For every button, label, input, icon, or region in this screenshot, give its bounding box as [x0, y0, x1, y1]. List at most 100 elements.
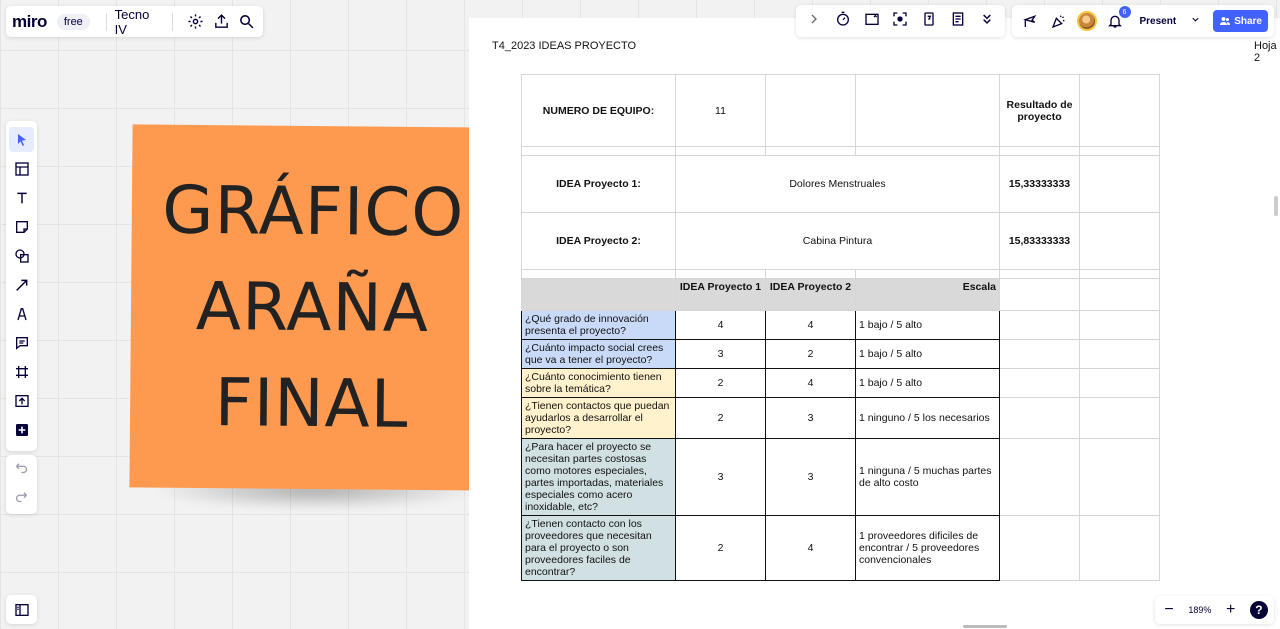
sidebar-panel-icon: [14, 603, 29, 616]
idea-score: 15,33333333: [999, 155, 1080, 213]
notes-document-icon[interactable]: [950, 11, 966, 32]
zoom-in-button[interactable]: +: [1223, 601, 1239, 619]
score-p2: 2: [765, 339, 856, 369]
share-label: Share: [1234, 15, 1262, 27]
attention-focus-icon[interactable]: [892, 11, 908, 32]
board-panel-toggle[interactable]: [6, 595, 37, 624]
creation-toolbar: [6, 121, 37, 451]
estimation-icon[interactable]: [921, 11, 937, 32]
horizontal-scroll-thumb[interactable]: [963, 625, 1007, 628]
voting-card-icon[interactable]: [864, 11, 880, 32]
sticky-note[interactable]: GRÁFICO ARAÑA FINAL: [129, 124, 496, 491]
top-left-toolbar: miro free Tecno IV: [6, 6, 263, 37]
idea-name: Dolores Menstruales: [675, 155, 1000, 213]
table-row: ¿Cuánto conocimiento tienen sobre la tem…: [521, 368, 1160, 398]
connection-line-icon[interactable]: [9, 272, 34, 297]
column-header: IDEA Proyecto 2: [765, 278, 856, 311]
score-p2: 3: [765, 438, 856, 516]
zoom-out-button[interactable]: −: [1161, 601, 1177, 619]
shapes-icon[interactable]: [9, 243, 34, 268]
users-icon: [1220, 17, 1231, 25]
sheet-tab-name: Hoja 2: [1254, 40, 1277, 64]
notification-count-badge: 6: [1118, 6, 1131, 18]
question-cell: ¿Para hacer el proyecto se necesitan par…: [521, 438, 676, 516]
question-cell: ¿Cuánto conocimiento tienen sobre la tem…: [521, 368, 676, 398]
score-p1: 3: [675, 339, 766, 369]
score-p1: 2: [675, 397, 766, 439]
table-row: ¿Tienen contactos que puedan ayudarlos a…: [521, 397, 1160, 439]
celebrate-party-icon[interactable]: [1046, 8, 1070, 34]
question-cell: ¿Tienen contactos que puedan ayudarlos a…: [521, 397, 676, 439]
zoom-level[interactable]: 189%: [1188, 605, 1211, 615]
idea-name: Cabina Pintura: [675, 212, 1000, 270]
table-row: ¿Qué grado de innovación presenta el pro…: [521, 310, 1160, 340]
avatar-image: [1076, 11, 1097, 31]
idea-label: IDEA Proyecto 2:: [521, 212, 676, 270]
miro-logo[interactable]: miro: [12, 12, 47, 32]
chevron-down-icon[interactable]: [1190, 14, 1201, 28]
upload-icon[interactable]: [9, 388, 34, 413]
share-button[interactable]: Share: [1213, 10, 1268, 32]
score-p1: 3: [675, 438, 766, 516]
toolbar-divider: [171, 12, 173, 31]
export-upload-icon[interactable]: [211, 10, 231, 34]
undo-icon[interactable]: [14, 460, 29, 480]
score-p1: 2: [675, 368, 766, 398]
table-row: ¿Tienen contacto con los proveedores que…: [521, 515, 1160, 581]
scale-cell: 1 bajo / 5 alto: [855, 310, 1000, 340]
question-cell: ¿Cuánto impacto social crees que va a te…: [521, 339, 676, 369]
more-apps-plus-icon[interactable]: [9, 417, 34, 442]
redo-icon[interactable]: [14, 489, 29, 509]
spacer-row: [521, 269, 1160, 279]
table-row: ¿Para hacer el proyecto se necesitan par…: [521, 438, 1160, 516]
templates-icon[interactable]: [9, 156, 34, 181]
score-p2: 4: [765, 368, 856, 398]
team-number: 11: [675, 74, 766, 147]
comment-icon[interactable]: [9, 330, 34, 355]
column-header: IDEA Proyecto 1: [675, 278, 766, 311]
idea-row: IDEA Proyecto 2: Cabina Pintura 15,83333…: [521, 212, 1160, 270]
idea-score: 15,83333333: [999, 212, 1080, 270]
more-chevrons-icon[interactable]: [979, 11, 995, 32]
sheet-title: T4_2023 IDEAS PROYECTO: [492, 40, 637, 52]
question-cell: ¿Tienen contacto con los proveedores que…: [521, 515, 676, 581]
vertical-scroll-thumb[interactable]: [1274, 196, 1278, 216]
sticky-note-icon[interactable]: [9, 214, 34, 239]
idea-row: IDEA Proyecto 1: Dolores Menstruales 15,…: [521, 155, 1160, 213]
text-tool-icon[interactable]: [9, 185, 34, 210]
plan-badge[interactable]: free: [56, 13, 90, 30]
zoom-controls: − 189% + ?: [1155, 596, 1274, 624]
present-label: Present: [1139, 15, 1177, 27]
help-button[interactable]: ?: [1249, 601, 1268, 619]
reactions-flag-icon[interactable]: [1018, 8, 1042, 34]
board-name[interactable]: Tecno IV: [115, 7, 158, 37]
toolbar-divider: [105, 12, 107, 31]
user-avatar[interactable]: [1075, 8, 1099, 34]
share-toolbar: 6 Present Share: [1012, 5, 1274, 37]
score-p2: 4: [765, 515, 856, 581]
scale-cell: 1 proveedores dificiles de encontrar / 5…: [855, 515, 1000, 581]
scale-cell: 1 ninguno / 5 los necesarios: [855, 397, 1000, 439]
score-p2: 4: [765, 310, 856, 340]
expand-chevron-icon[interactable]: [806, 11, 822, 32]
settings-gear-icon[interactable]: [186, 10, 206, 34]
question-cell: ¿Qué grado de innovación presenta el pro…: [521, 310, 676, 340]
search-icon[interactable]: [237, 10, 257, 34]
pen-icon[interactable]: [9, 301, 34, 326]
result-header: Resultado de proyecto: [999, 74, 1080, 147]
notifications-bell-icon[interactable]: 6: [1103, 6, 1131, 34]
score-p2: 3: [765, 397, 856, 439]
select-cursor-icon[interactable]: [9, 127, 34, 152]
score-p1: 2: [675, 515, 766, 581]
present-button[interactable]: Present: [1140, 14, 1202, 28]
team-row: NUMERO DE EQUIPO: 11 Resultado de proyec…: [521, 74, 1160, 147]
ideas-table: NUMERO DE EQUIPO: 11 Resultado de proyec…: [521, 74, 1160, 581]
scale-cell: 1 ninguna / 5 muchas partes de alto cost…: [855, 438, 1000, 516]
frame-icon[interactable]: [9, 359, 34, 384]
undo-redo-toolbar: [6, 455, 37, 514]
table-row: ¿Cuánto impacto social crees que va a te…: [521, 339, 1160, 369]
spreadsheet-document[interactable]: T4_2023 IDEAS PROYECTO Hoja 2 NUMERO DE …: [469, 18, 1280, 629]
scale-cell: 1 bajo / 5 alto: [855, 368, 1000, 398]
column-header: Escala: [855, 278, 1000, 311]
timer-icon[interactable]: [835, 11, 851, 32]
